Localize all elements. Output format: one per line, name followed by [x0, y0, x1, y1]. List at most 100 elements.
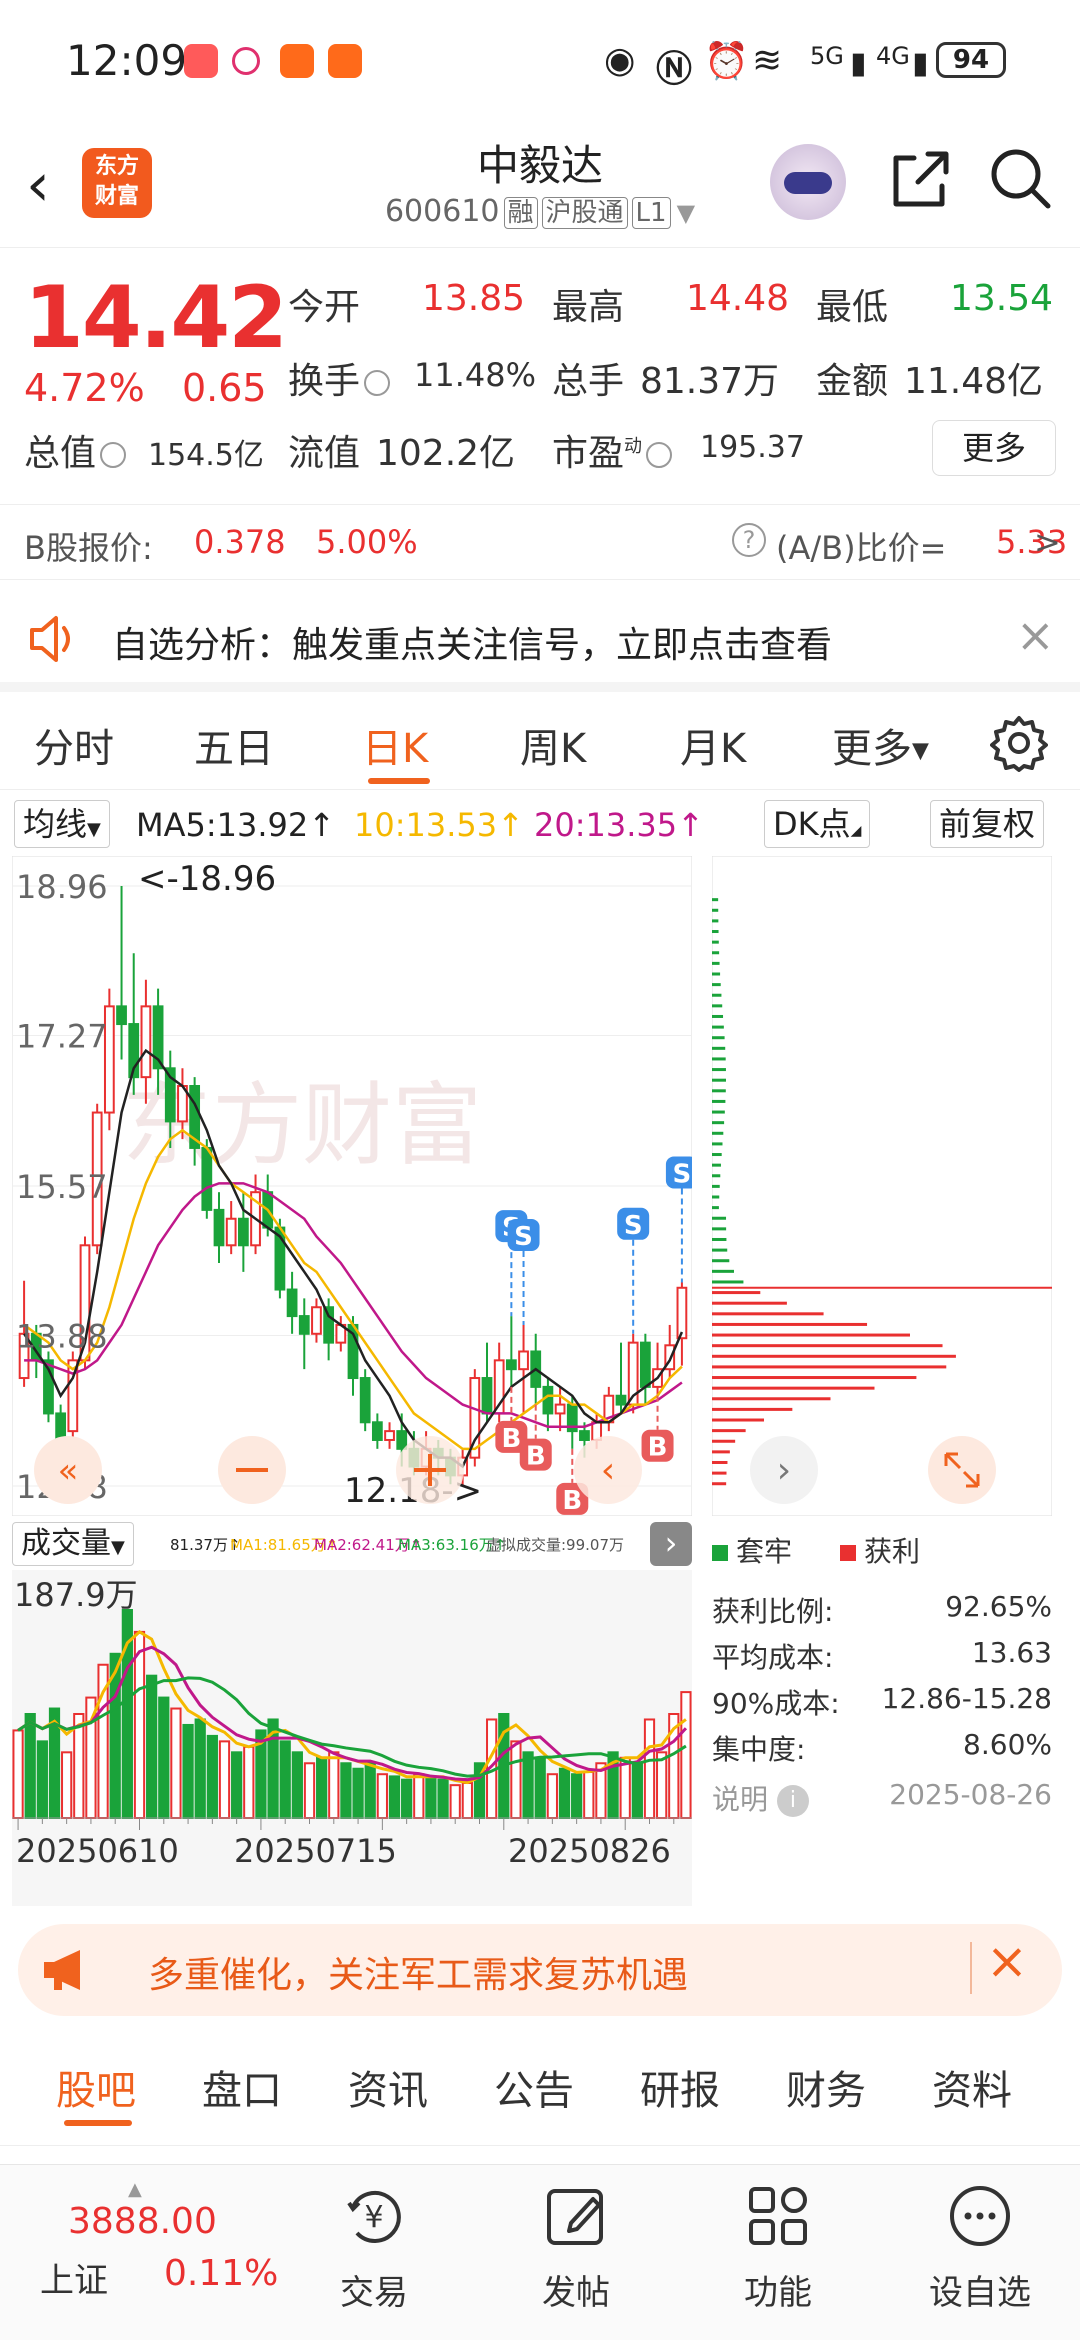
chip-bar-profit [712, 1460, 728, 1464]
fullscreen-button[interactable] [928, 1436, 996, 1504]
expand-right-icon[interactable]: › [650, 1522, 692, 1566]
tab-intraday[interactable]: 分时 [34, 716, 114, 774]
volume-bar-down [206, 1734, 218, 1819]
b-share-price: 0.378 [194, 523, 286, 561]
b-share-row[interactable]: B股报价: 0.378 5.00% ? (A/B)比价= 5.33 > [0, 504, 1080, 580]
nav-trade[interactable]: ¥ 交易 [314, 2181, 434, 2314]
volume-indicator-selector[interactable]: 成交量▼ [12, 1522, 134, 1566]
change-amount: 0.65 [182, 366, 267, 410]
chevron-right-icon: > [1034, 523, 1061, 561]
candlestick-chart[interactable]: 东方财富 SBSBBSBS 18.9617.2715.5713.8812.18 … [12, 856, 692, 1516]
chip-bar-trapped [712, 1025, 724, 1029]
tab-forum[interactable]: 股吧 [56, 2058, 136, 2116]
chip-bar-trapped [712, 1184, 720, 1188]
chip-row-label: 获利比例: [712, 1595, 834, 1628]
signal-bars-icon: ▮ [912, 46, 929, 81]
chip-bar-trapped [712, 1089, 726, 1093]
volume-legend-row: 成交量▼ 81.37万↑ MA1:81.65万↑ MA2:62.41万↑ MA3… [12, 1522, 692, 1566]
candle-down [201, 1146, 213, 1211]
chip-bar-profit [712, 1376, 917, 1380]
amount-value: 11.48亿 [904, 361, 1044, 402]
share-icon[interactable] [888, 148, 952, 212]
nav-post-label: 发帖 [542, 2273, 610, 2313]
tab-orderbook[interactable]: 盘口 [202, 2058, 282, 2116]
tab-announcements[interactable]: 公告 [494, 2058, 574, 2116]
pe-label-text: 市盈 [552, 433, 625, 474]
tab-more-label: 更多 [832, 726, 912, 772]
info-dots-icon[interactable] [646, 442, 673, 468]
volume-bar-down [388, 1775, 401, 1819]
watermark: 东方财富 [122, 1076, 482, 1176]
step-left-button[interactable]: ‹ [574, 1436, 642, 1504]
chip-bar-profit [712, 1482, 727, 1486]
indicator-selector[interactable]: 均线▼ [14, 800, 110, 848]
analysis-banner[interactable]: 自选分析：触发重点关注信号，立即点击查看 × [0, 596, 1080, 692]
chip-note[interactable]: 说明 i [712, 1778, 809, 1818]
chip-bar-trapped [712, 1078, 726, 1082]
scroll-left-button[interactable]: « [34, 1436, 102, 1504]
nav-post[interactable]: 发帖 [516, 2181, 636, 2314]
tab-profile[interactable]: 资料 [932, 2058, 1012, 2116]
info-dots-icon[interactable] [100, 442, 127, 468]
chip-row-label: 平均成本: [712, 1641, 834, 1674]
chip-bar-trapped [712, 951, 720, 955]
more-button[interactable]: 更多 [932, 420, 1056, 476]
stock-header: ‹ 东方 财富 中毅达 600610 融沪股通 L1 ▼ [0, 120, 1080, 248]
tab-weekly-k[interactable]: 周K [520, 716, 586, 774]
nav-functions[interactable]: 功能 [718, 2181, 838, 2314]
high-value: 14.48 [686, 278, 790, 319]
close-icon[interactable]: × [986, 1932, 1028, 1990]
chip-bar-trapped [712, 1057, 726, 1061]
active-tab-underline [368, 778, 430, 784]
tab-financials[interactable]: 财务 [786, 2058, 866, 2116]
chip-bar-trapped [712, 1121, 725, 1125]
chip-bar-trapped [712, 961, 720, 965]
tab-daily-k[interactable]: 日K [362, 716, 428, 774]
help-icon[interactable]: ? [732, 523, 766, 557]
chip-bar-trapped [712, 1046, 726, 1050]
close-icon[interactable]: × [1016, 608, 1055, 662]
zoom-out-button[interactable] [218, 1436, 286, 1504]
search-icon[interactable] [988, 146, 1054, 212]
dropdown-triangle-icon: ▼ [912, 738, 929, 764]
dk-point-button[interactable]: DK点◢ [764, 800, 871, 848]
dropdown-triangle-icon: ▼ [111, 1537, 125, 1558]
more-circle-icon [950, 2186, 1010, 2246]
chip-distribution-chart: › [712, 856, 1052, 1516]
chip-bar-trapped [712, 1110, 725, 1114]
chart-period-tabs: 分时 五日 日K 周K 月K 更多▼ [0, 700, 1080, 790]
open-label: 今开 [288, 287, 361, 328]
signal-5g-icon: 5G [810, 42, 844, 70]
candle-down [55, 1412, 67, 1441]
y-tick-label: 13.88 [16, 1318, 108, 1356]
chip-bar-trapped [712, 1269, 734, 1273]
info-dots-icon[interactable] [364, 370, 391, 396]
chevron-right-icon: › [777, 1450, 791, 1491]
chip-row-value: 92.65% [945, 1590, 1052, 1623]
index-name: 上证 [40, 2261, 108, 2301]
price-adjust-button[interactable]: 前复权 [930, 800, 1045, 848]
step-right-button[interactable]: › [750, 1436, 818, 1504]
tab-research[interactable]: 研报 [640, 2058, 720, 2116]
promo-banner[interactable]: 多重催化，关注军工需求复苏机遇 × [18, 1924, 1062, 2016]
tab-more[interactable]: 更多▼ [832, 716, 929, 774]
chip-bar-trapped [712, 919, 719, 923]
candle-down [359, 1377, 371, 1424]
volume-bar-up [546, 1773, 558, 1819]
zoom-in-button[interactable] [396, 1436, 464, 1504]
nav-add-watchlist[interactable]: 设自选 [920, 2181, 1040, 2314]
ai-assistant-icon[interactable] [770, 144, 846, 220]
chip-bar-trapped [712, 1259, 730, 1263]
volume-bar-down [340, 1762, 352, 1819]
candle-up [311, 1306, 322, 1335]
marker-label: S [624, 1211, 643, 1241]
y-tick-label: 18.96 [16, 868, 108, 906]
gear-icon[interactable] [990, 714, 1048, 772]
tag-level: L1 [631, 197, 671, 229]
tab-monthly-k[interactable]: 月K [680, 716, 746, 774]
tab-news[interactable]: 资讯 [348, 2058, 428, 2116]
candle-down [615, 1394, 627, 1406]
tab-five-day[interactable]: 五日 [194, 716, 274, 774]
chip-bar-trapped [712, 1014, 724, 1018]
chip-bar-profit [712, 1471, 727, 1475]
